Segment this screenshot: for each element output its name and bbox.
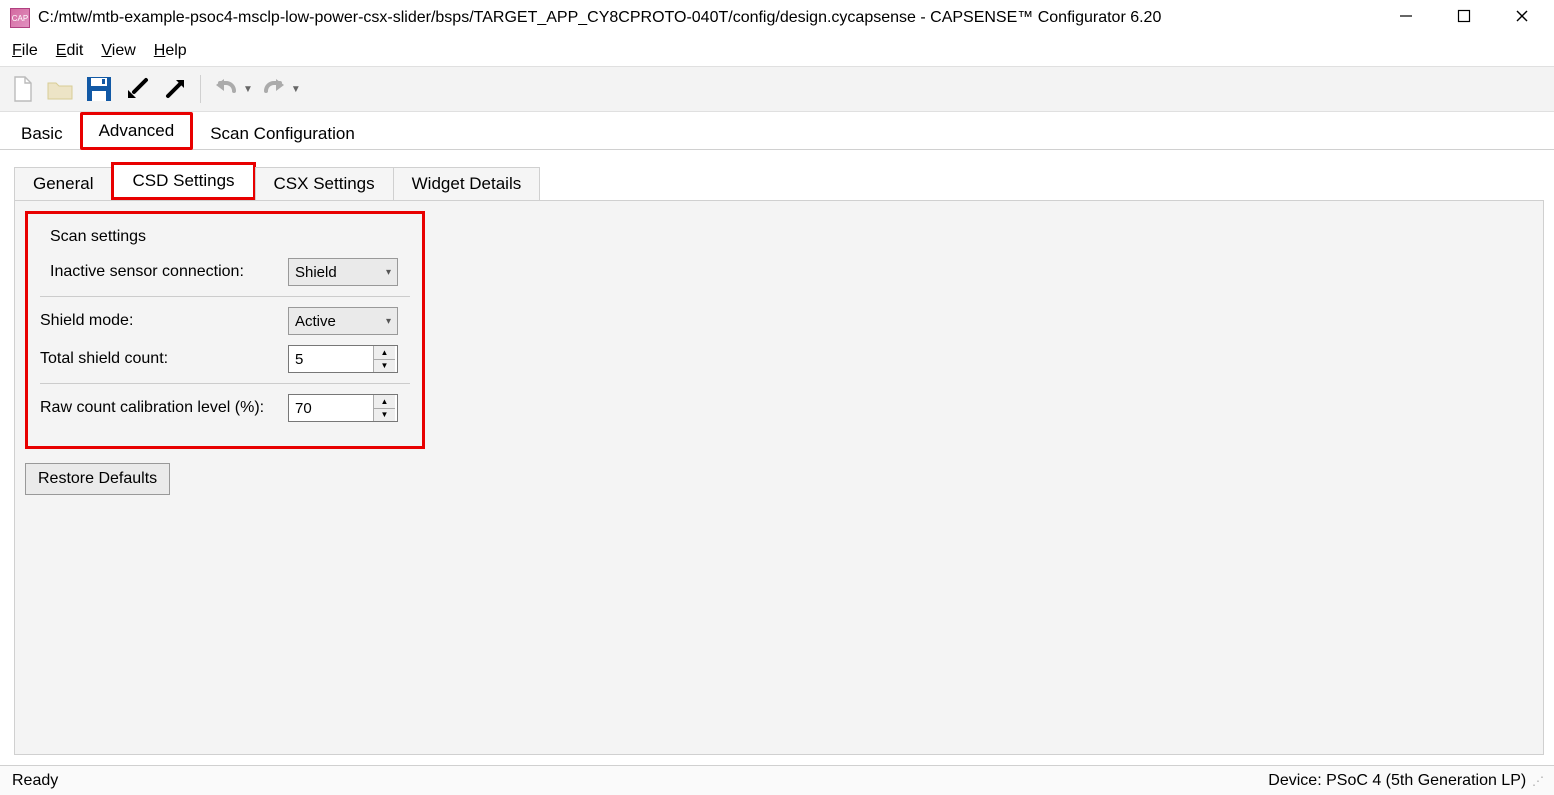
toolbar: ▼ ▼	[0, 66, 1554, 112]
window-title: C:/mtw/mtb-example-psoc4-msclp-low-power…	[38, 9, 1392, 27]
subtab-general[interactable]: General	[14, 167, 112, 200]
menu-view[interactable]: View	[101, 42, 135, 60]
raw-count-input[interactable]	[289, 395, 373, 421]
content-area: General CSD Settings CSX Settings Widget…	[0, 150, 1554, 765]
shield-count-row: Total shield count: ▲ ▼	[40, 345, 410, 373]
chevron-down-icon: ▾	[386, 316, 391, 327]
status-device: Device: PSoC 4 (5th Generation LP)	[1268, 772, 1526, 789]
titlebar: CAP C:/mtw/mtb-example-psoc4-msclp-low-p…	[0, 0, 1554, 36]
statusbar: Ready Device: PSoC 4 (5th Generation LP)…	[0, 765, 1554, 795]
divider-1	[40, 296, 410, 297]
divider-2	[40, 383, 410, 384]
shield-mode-row: Shield mode: Active ▾	[40, 307, 410, 335]
spin-down-icon[interactable]: ▼	[374, 409, 395, 422]
shield-mode-label: Shield mode:	[40, 312, 280, 330]
sub-tabs: General CSD Settings CSX Settings Widget…	[14, 164, 1544, 200]
shield-count-input[interactable]	[289, 346, 373, 372]
spin-up-icon[interactable]: ▲	[374, 346, 395, 360]
open-file-icon[interactable]	[44, 72, 78, 106]
close-button[interactable]	[1508, 9, 1536, 28]
scan-settings-group: Scan settings Inactive sensor connection…	[25, 211, 425, 449]
shield-count-label: Total shield count:	[40, 350, 280, 368]
shield-mode-value: Active	[295, 313, 336, 330]
export-icon[interactable]	[158, 72, 192, 106]
raw-count-row: Raw count calibration level (%): ▲ ▼	[40, 394, 410, 422]
menu-help[interactable]: Help	[154, 42, 187, 60]
settings-panel: Scan settings Inactive sensor connection…	[14, 200, 1544, 755]
resize-grip-icon[interactable]: ⋰	[1531, 774, 1542, 788]
subtab-widget-details[interactable]: Widget Details	[393, 167, 541, 200]
tab-advanced[interactable]: Advanced	[80, 112, 194, 150]
subtab-csx-settings[interactable]: CSX Settings	[255, 167, 394, 200]
new-file-icon[interactable]	[6, 72, 40, 106]
toolbar-separator	[200, 75, 201, 103]
main-tabs: Basic Advanced Scan Configuration	[0, 112, 1554, 150]
shield-count-spinner[interactable]: ▲ ▼	[288, 345, 398, 373]
spin-up-icon[interactable]: ▲	[374, 395, 395, 409]
restore-defaults-button[interactable]: Restore Defaults	[25, 463, 170, 495]
menu-edit[interactable]: Edit	[56, 42, 84, 60]
inactive-sensor-select[interactable]: Shield ▾	[288, 258, 398, 286]
maximize-button[interactable]	[1450, 9, 1478, 28]
inactive-sensor-value: Shield	[295, 264, 337, 281]
scan-settings-title: Scan settings	[50, 228, 410, 246]
undo-icon[interactable]	[209, 72, 243, 106]
tab-scan-configuration[interactable]: Scan Configuration	[193, 117, 372, 150]
shield-mode-select[interactable]: Active ▾	[288, 307, 398, 335]
status-ready: Ready	[12, 772, 58, 790]
subtab-csd-settings[interactable]: CSD Settings	[111, 162, 255, 200]
raw-count-spinner[interactable]: ▲ ▼	[288, 394, 398, 422]
spin-down-icon[interactable]: ▼	[374, 360, 395, 373]
undo-dropdown-icon[interactable]: ▼	[243, 84, 253, 95]
save-icon[interactable]	[82, 72, 116, 106]
redo-icon[interactable]	[257, 72, 291, 106]
window-controls	[1392, 9, 1544, 28]
menubar: File Edit View Help	[0, 36, 1554, 66]
minimize-button[interactable]	[1392, 9, 1420, 28]
import-icon[interactable]	[120, 72, 154, 106]
chevron-down-icon: ▾	[386, 267, 391, 278]
tab-basic[interactable]: Basic	[4, 117, 80, 150]
inactive-sensor-label: Inactive sensor connection:	[50, 263, 280, 281]
app-icon: CAP	[10, 8, 30, 28]
menu-file[interactable]: File	[12, 42, 38, 60]
inactive-sensor-row: Inactive sensor connection: Shield ▾	[40, 258, 410, 286]
raw-count-label: Raw count calibration level (%):	[40, 399, 280, 417]
redo-dropdown-icon[interactable]: ▼	[291, 84, 301, 95]
